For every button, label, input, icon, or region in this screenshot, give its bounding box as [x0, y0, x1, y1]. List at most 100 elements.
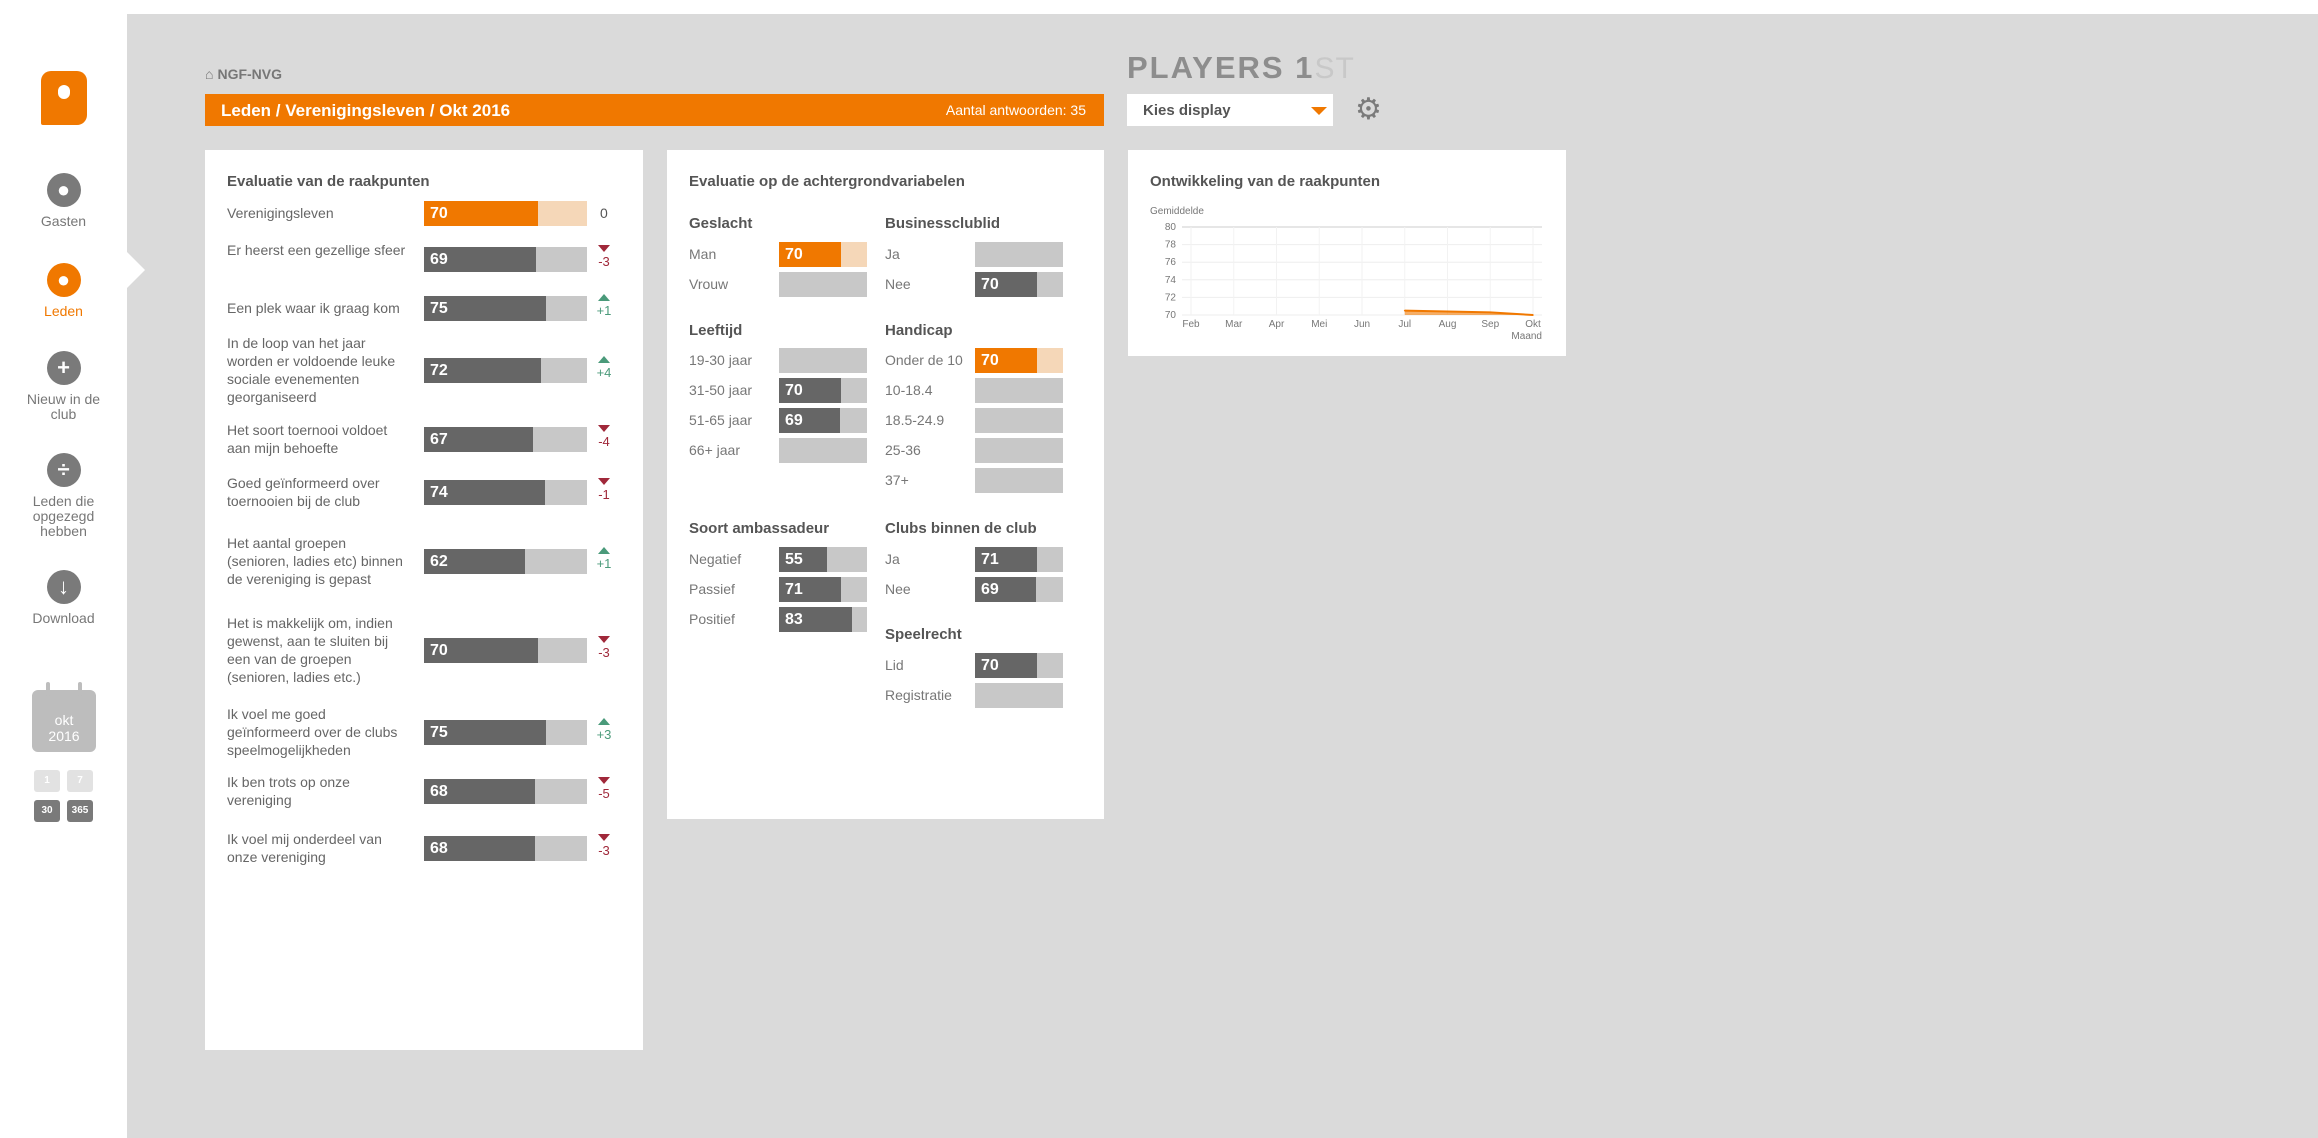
arrow-down-icon [598, 478, 610, 485]
segment-label: 51-65 jaar [689, 412, 753, 428]
y-axis-label: Gemiddelde [1150, 206, 1204, 217]
page-title: Leden / Verenigingsleven / Okt 2016 [221, 101, 511, 120]
raakpunt-label: Het aantal groepen (senioren, ladies etc… [227, 535, 403, 587]
segment-label: 37+ [885, 472, 909, 488]
score-value: 62 [430, 553, 448, 570]
segment-label: 10-18.4 [885, 382, 933, 398]
arrow-down-icon [598, 636, 610, 643]
segment-bar [779, 348, 867, 373]
period-1-button[interactable]: 1 [34, 770, 60, 792]
section-title-speelrecht: Speelrecht [885, 626, 962, 643]
top-line [0, 0, 2318, 15]
score-delta: -3 [592, 245, 616, 269]
chevron-down-icon[interactable] [1303, 94, 1333, 126]
development-chart: Gemiddelde 80 78 76 74 72 70 Feb Mar Apr Mei Jun Jul… [1150, 206, 1542, 342]
sidebar-item-download[interactable]: ↓ Download [0, 570, 127, 626]
segment-label: Ja [885, 246, 900, 262]
card-ontwikkeling: Ontwikkeling van de raakpunten Gemiddeld… [1128, 150, 1566, 356]
x-tick-label: Aug [1439, 319, 1457, 330]
score-value: 67 [430, 431, 448, 448]
score-delta: -4 [592, 425, 616, 449]
y-tick-label: 80 [1165, 222, 1177, 233]
x-tick-label: Okt [1525, 319, 1541, 330]
sidebar-item-leden[interactable]: ● Leden [0, 263, 127, 319]
raakpunt-label: Ik ben trots op onze vereniging [227, 774, 350, 808]
period-30-button[interactable]: 30 [34, 800, 60, 822]
segment-label: 31-50 jaar [689, 382, 753, 398]
brand-logo: PLAYERS 1ST [1127, 50, 1355, 85]
segment-bar: 70 [975, 348, 1063, 373]
y-tick-label: 74 [1165, 275, 1177, 286]
sidebar-item-label: Download [32, 610, 95, 626]
card-raakpunten: Evaluatie van de raakpunten Verenigingsl… [205, 150, 643, 1050]
segment-bar: 83 [779, 607, 867, 632]
segment-label: 18.5-24.9 [885, 412, 945, 428]
raakpunt-label: Een plek waar ik graag kom [227, 300, 400, 316]
raakpunt-label: Er heerst een gezellige sfeer [227, 242, 406, 258]
segment-bar [975, 242, 1063, 267]
segment-value: 70 [981, 276, 999, 293]
score-delta: +1 [592, 294, 616, 318]
group-icon: ● [46, 263, 81, 297]
segment-value: 71 [981, 551, 999, 568]
period-365-button[interactable]: 365 [67, 800, 93, 822]
segment-bar [975, 408, 1063, 433]
raakpunt-label: Het is makkelijk om, indien gewenst, aan… [227, 615, 393, 685]
segment-bar: 71 [779, 577, 867, 602]
section-title-geslacht: Geslacht [689, 215, 753, 232]
gear-icon[interactable]: ⚙ [1355, 94, 1387, 126]
card-title: Evaluatie op de achtergrondvariabelen [689, 173, 965, 190]
series-point [1403, 309, 1406, 312]
section-title-leeftijd: Leeftijd [689, 322, 743, 339]
segment-label: Vrouw [689, 276, 729, 292]
score-value: 75 [430, 724, 448, 741]
score-delta: -5 [592, 777, 616, 801]
score-bar: 68 [424, 779, 587, 804]
score-bar: 74 [424, 480, 587, 505]
score-bar: 68 [424, 836, 587, 861]
sidebar: ● Gasten ● Leden + Nieuw in de club ÷ Leden die… [0, 14, 127, 1138]
score-bar: 62 [424, 549, 587, 574]
y-tick-label: 70 [1165, 310, 1177, 321]
header-bar: Leden / Verenigingsleven / Okt 2016 Aant… [205, 94, 1104, 126]
segment-bar: 70 [779, 242, 867, 267]
divide-icon: ÷ [46, 453, 81, 487]
section-title-business: Businessclublid [885, 215, 1001, 232]
segment-value: 69 [785, 412, 803, 429]
org-breadcrumb: ⌂ NGF-NVG [205, 66, 282, 82]
calendar-year: 2016 [48, 728, 80, 744]
score-bar: 69 [424, 247, 587, 272]
arrow-down-icon [598, 245, 610, 252]
x-tick-label: Apr [1269, 319, 1285, 330]
segment-bar [975, 438, 1063, 463]
segment-label: Negatief [689, 551, 742, 567]
segment-value: 55 [785, 551, 803, 568]
sidebar-item-gasten[interactable]: ● Gasten [0, 173, 127, 229]
card-title: Evaluatie van de raakpunten [227, 173, 430, 190]
segment-bar: 69 [975, 577, 1063, 602]
segment-bar [975, 683, 1063, 708]
y-tick-label: 78 [1165, 240, 1177, 251]
raakpunt-label: Ik voel me goed geïnformeerd over de clu… [227, 706, 398, 758]
raakpunt-label: Goed geïnformeerd over toernooien bij de… [227, 475, 380, 509]
segment-value: 70 [785, 382, 803, 399]
calendar-ring [46, 682, 50, 696]
score-value: 69 [430, 251, 448, 268]
y-tick-label: 76 [1165, 257, 1177, 268]
building-icon: ⌂ [205, 66, 214, 82]
segment-bar: 69 [779, 408, 867, 433]
arrow-down-icon [598, 425, 610, 432]
sidebar-item-leden-die-opgezegd-hebben[interactable]: ÷ Leden die opgezegd hebben [0, 453, 127, 539]
segment-value: 70 [981, 352, 999, 369]
arrow-down-icon [598, 777, 610, 784]
plus-icon: + [46, 351, 81, 385]
score-value: 68 [430, 783, 448, 800]
display-select[interactable]: Kies display [1127, 94, 1333, 126]
score-bar: 70 [424, 201, 587, 226]
calendar-icon[interactable]: okt 2016 [32, 682, 96, 752]
period-7-button[interactable]: 7 [67, 770, 93, 792]
segment-bar: 70 [975, 272, 1063, 297]
section-title-ambassadeur: Soort ambassadeur [689, 520, 830, 537]
sidebar-item-nieuw-in-de-club[interactable]: + Nieuw in de club [0, 351, 127, 422]
players1st-logo-icon[interactable] [41, 71, 87, 125]
